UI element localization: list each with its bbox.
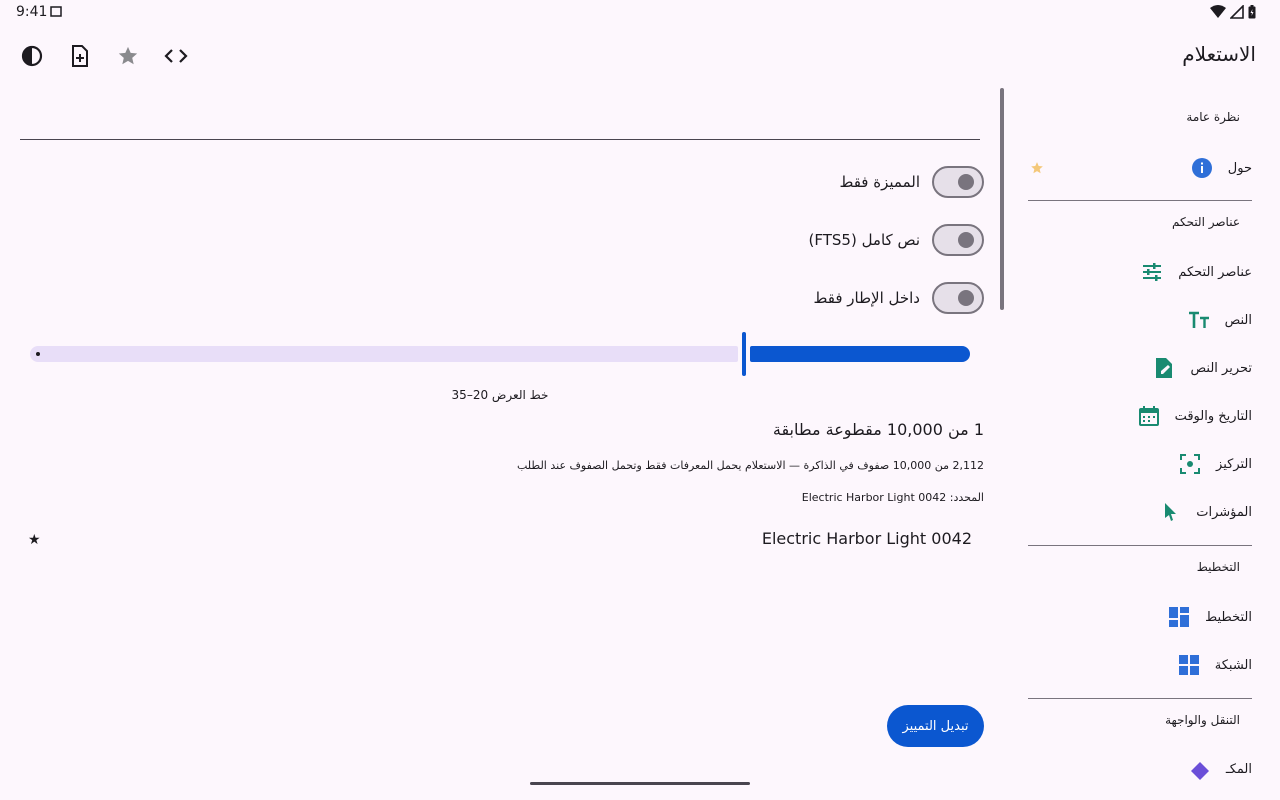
in-frame-label: داخل الإطار فقط xyxy=(813,289,921,307)
sidebar-item-grid[interactable]: الشبكة xyxy=(1177,653,1252,677)
sidebar-item-label: التخطيط xyxy=(1205,609,1252,625)
favorite-star-icon[interactable] xyxy=(1030,160,1044,179)
section-overview: نظرة عامة xyxy=(1186,110,1240,124)
contrast-icon[interactable] xyxy=(20,44,44,68)
in-frame-switch[interactable] xyxy=(932,282,984,314)
edit-document-icon xyxy=(1152,356,1176,380)
section-layout: التخطيط xyxy=(1196,560,1240,574)
wifi-icon xyxy=(1210,5,1226,18)
toggle-star-button[interactable]: تبديل التمييز xyxy=(887,705,984,747)
sidebar-item-controls[interactable]: عناصر التحكم xyxy=(1140,260,1252,284)
star-icon[interactable] xyxy=(116,44,140,68)
divider xyxy=(1028,200,1252,201)
sidebar-item-datetime[interactable]: التاريخ والوقت xyxy=(1137,404,1252,428)
diamond-icon xyxy=(1188,758,1212,780)
full-text-filter[interactable]: نص كامل (FTS5) xyxy=(808,224,984,256)
search-input[interactable] xyxy=(20,139,980,140)
status-icons xyxy=(1210,5,1256,19)
full-text-switch[interactable] xyxy=(932,224,984,256)
sliders-icon xyxy=(1140,260,1164,284)
sidebar-item-label: عناصر التحكم xyxy=(1178,264,1252,280)
sidebar-item-label: تحرير النص xyxy=(1190,360,1252,376)
sidebar-item-label: الشبكة xyxy=(1214,657,1252,673)
list-item[interactable]: Electric Harbor Light 0042 xyxy=(762,529,972,548)
grid-icon xyxy=(1177,653,1201,677)
starred-only-filter[interactable]: المميزة فقط xyxy=(839,166,984,198)
selected-note: المحدد: Electric Harbor Light 0042 xyxy=(801,491,984,504)
sidebar-item-about[interactable]: حول xyxy=(1190,156,1252,180)
divider xyxy=(1028,545,1252,546)
slider-stop-indicator xyxy=(36,352,40,356)
dashboard-icon xyxy=(1167,605,1191,629)
switch-knob xyxy=(958,174,974,190)
section-navigation: التنقل والواجهة xyxy=(1165,713,1240,727)
scrollbar[interactable] xyxy=(1000,88,1004,310)
section-controls: عناصر التحكم xyxy=(1171,215,1240,229)
slider-track-inactive[interactable] xyxy=(30,346,738,362)
slider-track-active[interactable] xyxy=(750,346,970,362)
full-text-label: نص كامل (FTS5) xyxy=(808,231,921,249)
sidebar-item-text[interactable]: النص xyxy=(1187,308,1252,332)
sidebar-item-label: النص xyxy=(1224,312,1252,328)
starred-only-label: المميزة فقط xyxy=(839,173,920,191)
add-document-icon[interactable] xyxy=(68,44,92,68)
focus-icon xyxy=(1178,452,1202,476)
switch-knob xyxy=(958,290,974,306)
sidebar-item-label: التاريخ والوقت xyxy=(1174,408,1252,424)
text-size-icon xyxy=(1187,308,1211,332)
notification-icon xyxy=(50,6,62,17)
match-count: 1 من 10,000 مقطوعة مطابقة xyxy=(772,420,984,439)
slider-thumb[interactable] xyxy=(742,332,746,376)
info-icon xyxy=(1190,156,1214,180)
sidebar-item-pointers[interactable]: المؤشرات xyxy=(1158,500,1252,524)
calendar-icon xyxy=(1137,404,1161,428)
divider xyxy=(1028,698,1252,699)
sidebar-item-label: المؤشرات xyxy=(1196,504,1252,520)
sidebar-item-layout[interactable]: التخطيط xyxy=(1167,605,1252,629)
home-indicator[interactable] xyxy=(530,782,750,785)
switch-knob xyxy=(958,232,974,248)
sidebar-item-text-edit[interactable]: تحرير النص xyxy=(1152,356,1252,380)
battery-icon xyxy=(1248,5,1256,19)
slider-caption: خط العرض 20–35 xyxy=(451,388,549,402)
signal-icon xyxy=(1230,5,1244,19)
sidebar-item-focus[interactable]: التركيز xyxy=(1178,452,1252,476)
memory-note: 2,112 من 10,000 صفوف في الذاكرة — الاستع… xyxy=(516,459,984,472)
sidebar-item-label: المكـ xyxy=(1225,761,1252,777)
sidebar-item-label: التركيز xyxy=(1216,456,1252,472)
cursor-icon xyxy=(1158,500,1182,524)
code-icon[interactable] xyxy=(164,44,188,68)
starred-only-switch[interactable] xyxy=(932,166,984,198)
status-time: 9:41 xyxy=(16,4,48,20)
sidebar-item-partial[interactable]: المكـ xyxy=(1188,758,1252,780)
in-frame-filter[interactable]: داخل الإطار فقط xyxy=(813,282,984,314)
sidebar-item-label: حول xyxy=(1227,160,1252,176)
page-title: الاستعلام xyxy=(1182,42,1256,66)
list-item-star-icon[interactable]: ★ xyxy=(28,532,41,548)
